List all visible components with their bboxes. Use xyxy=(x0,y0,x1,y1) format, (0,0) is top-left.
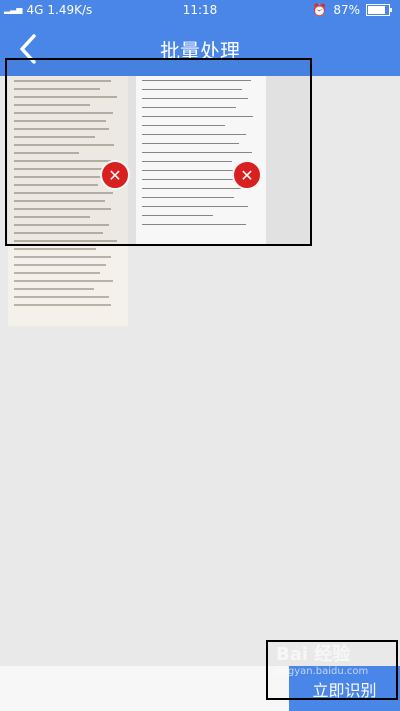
battery-percent: 87% xyxy=(333,3,360,17)
highlight-box-recognize xyxy=(266,640,398,700)
alarm-icon: ⏰ xyxy=(312,3,328,17)
battery-icon xyxy=(366,4,392,16)
status-right: ⏰ 87% xyxy=(312,3,392,17)
status-bar: ▂▃▅ 4G 1.49K/s 11:18 ⏰ 87% xyxy=(0,0,400,22)
highlight-box-images xyxy=(5,58,312,246)
